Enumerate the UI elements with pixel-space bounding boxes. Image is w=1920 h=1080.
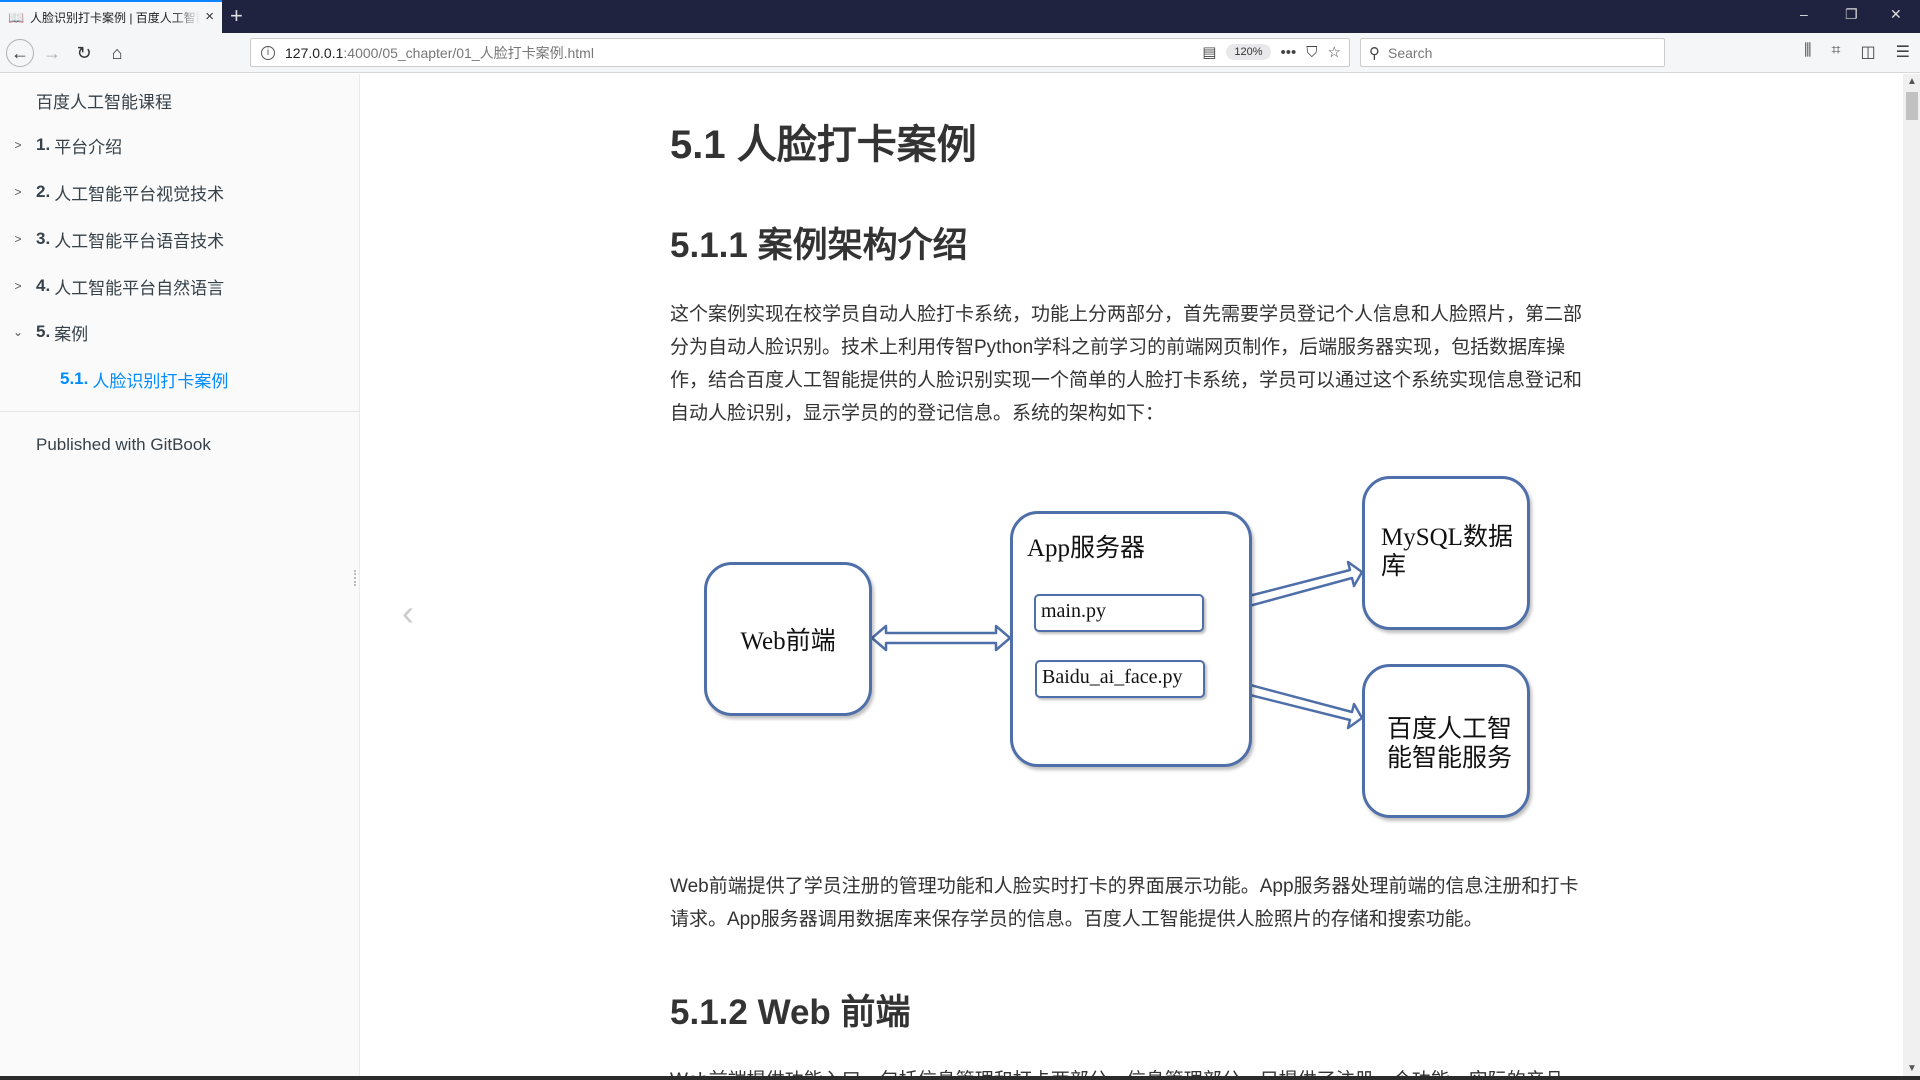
- url-bar[interactable]: i 127.0.0.1:4000/05_chapter/01_人脸打卡案例.ht…: [250, 38, 1350, 67]
- tab-strip: 📖 人脸识别打卡案例 | 百度人工智能课程 × + – ❐ ✕: [0, 0, 1920, 33]
- sidebar-resize-handle[interactable]: [354, 570, 358, 586]
- item-label: 平台介绍: [54, 137, 123, 157]
- book-title[interactable]: 百度人工智能课程: [36, 88, 172, 113]
- baidu-ai-service-box: 百度人工智能智能服务: [1362, 664, 1530, 818]
- restore-button[interactable]: ❐: [1845, 6, 1858, 23]
- item-label: 人工智能平台语音技术: [54, 231, 225, 251]
- sidebar-item-5[interactable]: ⌄ 5. 案例: [0, 317, 360, 347]
- sidebar-item-3[interactable]: > 3. 人工智能平台语音技术: [0, 224, 360, 254]
- page-scrollbar[interactable]: ▲ ▼: [1903, 74, 1920, 1080]
- intro-paragraph: 这个案例实现在校学员自动人脸打卡系统，功能上分两部分，首先需要学员登记个人信息和…: [670, 304, 1583, 424]
- architecture-diagram: Web前端 App服务器 main.py Baidu_ai_face.py My…: [700, 470, 1540, 830]
- chevron-right-icon[interactable]: >: [0, 138, 36, 152]
- app-server-box: App服务器: [1010, 511, 1252, 767]
- back-button[interactable]: ←: [6, 39, 34, 67]
- item-number: 4.: [36, 276, 51, 295]
- forward-button[interactable]: →: [38, 39, 66, 67]
- search-icon: ⚲: [1369, 44, 1380, 62]
- search-input[interactable]: ⚲ Search: [1360, 38, 1665, 67]
- book-sidebar: 百度人工智能课程 > 1. 平台介绍 > 2. 人工智能平台视觉技术 > 3. …: [0, 74, 360, 1080]
- close-tab-icon[interactable]: ×: [205, 9, 214, 25]
- taskbar-edge: [0, 1076, 1920, 1080]
- page-title: 5.1 人脸打卡案例: [670, 123, 977, 167]
- sidebar-item-5-1[interactable]: 5.1. 人脸识别打卡案例: [0, 364, 360, 394]
- section-heading-architecture: 5.1.1 案例架构介绍: [670, 226, 968, 265]
- pocket-icon[interactable]: ⛉: [1306, 44, 1317, 61]
- more-actions-icon[interactable]: •••: [1281, 44, 1297, 61]
- web-frontend-box: Web前端: [704, 562, 872, 716]
- chevron-down-icon[interactable]: ⌄: [0, 325, 36, 339]
- reader-view-icon[interactable]: ▤: [1202, 43, 1216, 61]
- scrollbar-thumb[interactable]: [1906, 92, 1918, 120]
- baidu-ai-face-py-box: Baidu_ai_face.py: [1035, 660, 1205, 698]
- item-number: 5.: [36, 322, 51, 341]
- screenshot-icon[interactable]: ⌗: [1832, 42, 1841, 62]
- chevron-right-icon[interactable]: >: [0, 279, 36, 293]
- item-label: 人工智能平台视觉技术: [54, 184, 225, 204]
- bookmark-star-icon[interactable]: ☆: [1328, 43, 1341, 61]
- sidebar-item-4[interactable]: > 4. 人工智能平台自然语言: [0, 271, 360, 301]
- mysql-database-box: MySQL数据库: [1362, 476, 1530, 630]
- item-number: 2.: [36, 182, 51, 201]
- main-py-box: main.py: [1034, 594, 1204, 632]
- item-number: 5.1.: [60, 369, 89, 388]
- url-text[interactable]: 127.0.0.1:4000/05_chapter/01_人脸打卡案例.html: [285, 43, 594, 63]
- library-icon[interactable]: ⫼: [1804, 42, 1811, 62]
- sidebar-divider: [0, 411, 360, 412]
- browser-tab[interactable]: 📖 人脸识别打卡案例 | 百度人工智能课程 ×: [0, 0, 222, 33]
- item-number: 1.: [36, 135, 51, 154]
- navigation-toolbar: ← → ↻ ⌂ i 127.0.0.1:4000/05_chapter/01_人…: [0, 33, 1920, 73]
- app-server-label: App服务器: [1027, 535, 1146, 562]
- sidebar-item-2[interactable]: > 2. 人工智能平台视觉技术: [0, 177, 360, 207]
- published-with-gitbook-link[interactable]: Published with GitBook: [36, 435, 211, 455]
- reload-button[interactable]: ↻: [70, 39, 98, 67]
- sidebar-item-1[interactable]: > 1. 平台介绍: [0, 130, 360, 160]
- item-label: 案例: [54, 324, 89, 344]
- menu-icon[interactable]: ☰: [1896, 42, 1910, 62]
- close-window-button[interactable]: ✕: [1890, 6, 1902, 23]
- new-tab-button[interactable]: +: [230, 3, 243, 29]
- previous-page-arrow[interactable]: ‹: [402, 592, 414, 634]
- url-host: 127.0.0.1: [285, 44, 344, 61]
- minimize-button[interactable]: –: [1800, 6, 1808, 22]
- zoom-level-badge[interactable]: 120%: [1226, 44, 1271, 60]
- item-label: 人脸识别打卡案例: [92, 371, 229, 391]
- home-button[interactable]: ⌂: [103, 39, 131, 67]
- item-number: 3.: [36, 229, 51, 248]
- bidirectional-arrow: [870, 624, 1012, 652]
- chevron-right-icon[interactable]: >: [0, 185, 36, 199]
- item-label: 人工智能平台自然语言: [54, 278, 225, 298]
- scroll-up-icon[interactable]: ▲: [1907, 76, 1917, 87]
- info-icon[interactable]: i: [261, 45, 275, 60]
- url-path: :4000/05_chapter/01_人脸打卡案例.html: [343, 44, 594, 61]
- book-icon: 📖: [8, 9, 25, 25]
- scroll-down-icon[interactable]: ▼: [1907, 1063, 1917, 1074]
- chevron-right-icon[interactable]: >: [0, 232, 36, 246]
- sidebar-toggle-icon[interactable]: ◫: [1861, 42, 1876, 62]
- search-placeholder: Search: [1388, 44, 1433, 61]
- tab-title: 人脸识别打卡案例 | 百度人工智能课程: [30, 11, 200, 25]
- section-heading-web-frontend: 5.1.2 Web 前端: [670, 993, 911, 1032]
- architecture-description: Web前端提供了学员注册的管理功能和人脸实时打卡的界面展示功能。App服务器处理…: [670, 876, 1579, 930]
